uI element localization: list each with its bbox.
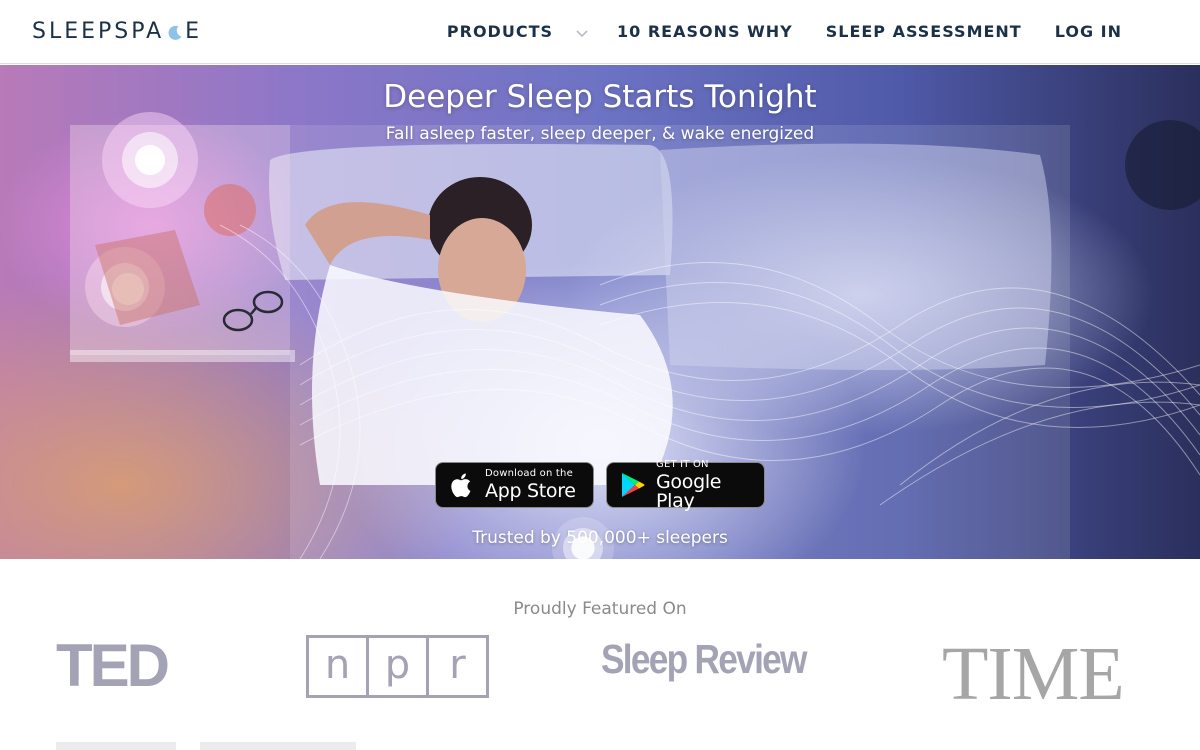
logo-text-start: SLEEPSPA	[32, 19, 165, 44]
main-nav: PRODUCTS 10 REASONS WHY SLEEP ASSESSMENT…	[447, 22, 1122, 41]
hero-title: Deeper Sleep Starts Tonight	[383, 79, 817, 115]
app-store-button[interactable]: Download on the App Store	[435, 462, 594, 508]
nav-products-label: PRODUCTS	[446, 22, 554, 41]
app-store-large-text: App Store	[485, 480, 576, 502]
sleep-review-logo: Sleep Review	[601, 636, 807, 682]
nav-sleep-assessment[interactable]: SLEEP ASSESSMENT	[826, 22, 1022, 41]
site-header: SLEEPSPA E PRODUCTS 10 REASONS WHY SLEEP…	[0, 0, 1200, 64]
npr-letter-n: n	[306, 635, 369, 698]
time-logo: TIME	[942, 632, 1125, 716]
nav-10-reasons-why[interactable]: 10 REASONS WHY	[617, 22, 793, 41]
google-play-large-text: Google Play	[656, 470, 722, 512]
nav-products[interactable]: PRODUCTS	[447, 22, 589, 41]
npr-logo: n p r	[306, 635, 489, 698]
apple-icon	[448, 470, 476, 500]
sleepspace-logo[interactable]: SLEEPSPA E	[32, 19, 202, 44]
npr-letter-p: p	[366, 635, 429, 698]
ted-logo: TED	[56, 632, 170, 699]
nav-log-in[interactable]: LOG IN	[1055, 22, 1122, 41]
next-section-peek	[56, 742, 356, 750]
google-play-icon	[619, 470, 647, 500]
google-play-text: GET IT ON Google Play	[656, 458, 764, 512]
hero-subtitle: Fall asleep faster, sleep deeper, & wake…	[385, 124, 815, 144]
hero-banner: Deeper Sleep Starts Tonight Fall asleep …	[0, 65, 1200, 559]
app-store-small-text: Download on the	[485, 468, 573, 479]
moon-icon	[166, 23, 184, 41]
app-store-text: Download on the App Store	[485, 469, 576, 501]
chevron-down-icon[interactable]	[575, 25, 589, 39]
google-play-small-text: GET IT ON	[656, 458, 709, 470]
featured-on-heading: Proudly Featured On	[513, 599, 687, 619]
google-play-button[interactable]: GET IT ON Google Play	[606, 458, 765, 512]
npr-letter-r: r	[426, 635, 489, 698]
logo-text-end: E	[185, 19, 203, 44]
